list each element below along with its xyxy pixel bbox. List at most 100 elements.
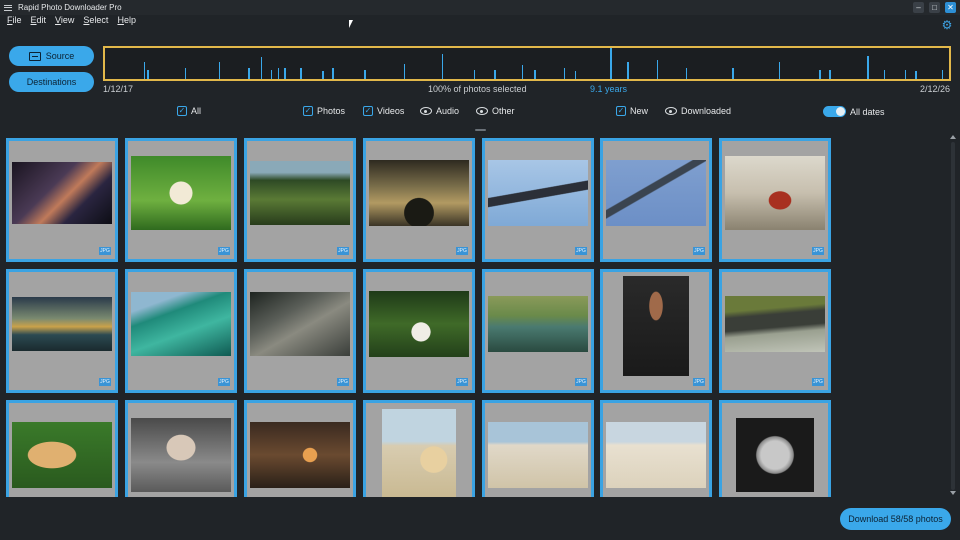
checkbox-icon[interactable]: ✓ [363, 106, 373, 116]
timeline-end-date: 2/12/26 [920, 84, 951, 94]
file-type-badge: JPG [456, 247, 468, 255]
file-type-badge: JPG [812, 247, 824, 255]
source-label: Source [45, 51, 75, 61]
snake-photo [725, 296, 825, 352]
filter-all-dates[interactable]: All dates [823, 106, 885, 117]
timeline-tick [941, 69, 944, 79]
window-controls: – □ ✕ [913, 2, 956, 13]
splitter-handle[interactable] [475, 129, 486, 131]
timeline-tick [867, 55, 869, 79]
timeline-tick [685, 68, 688, 79]
menu-view[interactable]: View [55, 15, 74, 29]
scroll-up-icon[interactable] [950, 135, 956, 139]
mouse-cursor-icon [349, 20, 353, 28]
photo-thumbnail[interactable]: JPG [244, 400, 356, 497]
photo-thumbnail[interactable]: JPG [600, 269, 712, 393]
photo-thumbnail[interactable]: JPG [482, 269, 594, 393]
filter-downloaded[interactable]: Downloaded [665, 106, 731, 116]
timeline-tick [260, 57, 263, 79]
checkbox-icon[interactable]: ✓ [303, 106, 313, 116]
app-menu-icon[interactable] [0, 0, 16, 15]
photo-thumbnail[interactable]: JPG [363, 400, 475, 497]
scroll-down-icon[interactable] [950, 491, 956, 495]
timeline-tick [656, 60, 658, 79]
photo-thumbnail[interactable]: JPG [600, 138, 712, 262]
photo-thumbnail[interactable]: JPG [244, 138, 356, 262]
timeline-tick [143, 61, 146, 79]
menu-help[interactable]: Help [117, 15, 136, 29]
timeline-tick [403, 63, 406, 79]
download-button[interactable]: Download 58/58 photos [840, 508, 951, 530]
menu-file[interactable]: File [7, 15, 22, 29]
photo-thumbnail[interactable]: JPG [6, 400, 118, 497]
eye-icon[interactable] [476, 107, 488, 115]
puppy-grass-photo [131, 156, 231, 230]
photo-thumbnail[interactable]: JPG [482, 400, 594, 497]
filter-new-label: New [630, 106, 649, 116]
filter-audio[interactable]: Audio [420, 106, 459, 116]
filter-photos[interactable]: ✓ Photos [303, 106, 345, 116]
photo-thumbnail[interactable]: JPG [125, 269, 237, 393]
photo-thumbnail[interactable]: JPG [244, 269, 356, 393]
timeline-tick [218, 61, 221, 79]
filter-videos[interactable]: ✓ Videos [363, 106, 404, 116]
timeline-tick [270, 69, 273, 79]
minimize-icon[interactable]: – [913, 2, 924, 13]
filter-all[interactable]: ✓ All [177, 106, 201, 116]
destinations-button[interactable]: Destinations [9, 72, 94, 92]
timeline-tick [534, 69, 536, 79]
filter-videos-label: Videos [377, 106, 405, 116]
kids-beach-photo [488, 422, 588, 488]
photo-thumbnail[interactable]: JPG [125, 400, 237, 497]
file-type-badge: JPG [337, 247, 349, 255]
photo-thumbnail[interactable]: JPG [6, 138, 118, 262]
checkbox-icon[interactable]: ✓ [177, 106, 187, 116]
puppy-forest-photo [369, 291, 469, 357]
timeline-tick [574, 71, 577, 79]
menu-bar: File Edit View Select Help [0, 15, 136, 29]
timeline-tick [494, 69, 496, 79]
gear-icon[interactable]: ⚙ [941, 19, 953, 31]
close-icon[interactable]: ✕ [945, 2, 956, 13]
vertical-scrollbar[interactable] [949, 133, 957, 497]
photo-thumbnail[interactable]: JPG [482, 138, 594, 262]
rock-formation-photo [250, 292, 350, 356]
eye-icon[interactable] [665, 107, 677, 115]
file-type-badge: JPG [456, 378, 468, 386]
photo-thumbnail[interactable]: JPG [125, 138, 237, 262]
filter-audio-label: Audio [436, 106, 460, 116]
file-type-badge: JPG [693, 247, 705, 255]
menu-select[interactable]: Select [83, 15, 108, 29]
toggle-switch[interactable] [823, 106, 846, 117]
timeline-tick [284, 68, 286, 79]
file-type-badge: JPG [218, 378, 230, 386]
timeline-tick [332, 68, 334, 79]
elderly-woman-photo [131, 418, 231, 492]
window-title: Rapid Photo Downloader Pro [18, 3, 122, 12]
photo-thumbnail[interactable]: JPG [719, 138, 831, 262]
photo-thumbnail[interactable]: JPG [363, 269, 475, 393]
photo-thumbnail[interactable]: JPG [6, 269, 118, 393]
photo-thumbnail[interactable]: JPG [719, 269, 831, 393]
file-type-badge: JPG [812, 378, 824, 386]
filter-new[interactable]: ✓ New [616, 106, 648, 116]
filter-bar: ✓ All ✓ Photos ✓ Videos Audio Other ✓ Ne… [0, 106, 960, 120]
photo-thumbnail[interactable]: JPG [600, 400, 712, 497]
maximize-icon[interactable]: □ [929, 2, 940, 13]
filter-photos-label: Photos [317, 106, 346, 116]
timeline-tick [829, 69, 831, 79]
source-button[interactable]: Source [9, 46, 94, 66]
file-type-badge: JPG [575, 378, 587, 386]
eye-icon[interactable] [420, 107, 432, 115]
photo-thumbnail[interactable]: JPG [363, 138, 475, 262]
checkbox-icon[interactable]: ✓ [616, 106, 626, 116]
file-type-badge: JPG [337, 378, 349, 386]
file-type-badge: JPG [575, 247, 587, 255]
timeline-tick [904, 69, 907, 79]
filter-other[interactable]: Other [476, 106, 515, 116]
timeline-tick [521, 65, 524, 79]
menu-edit[interactable]: Edit [31, 15, 47, 29]
timeline[interactable] [103, 46, 951, 81]
scrollbar-handle[interactable] [951, 142, 955, 490]
photo-thumbnail[interactable]: JPG [719, 400, 831, 497]
